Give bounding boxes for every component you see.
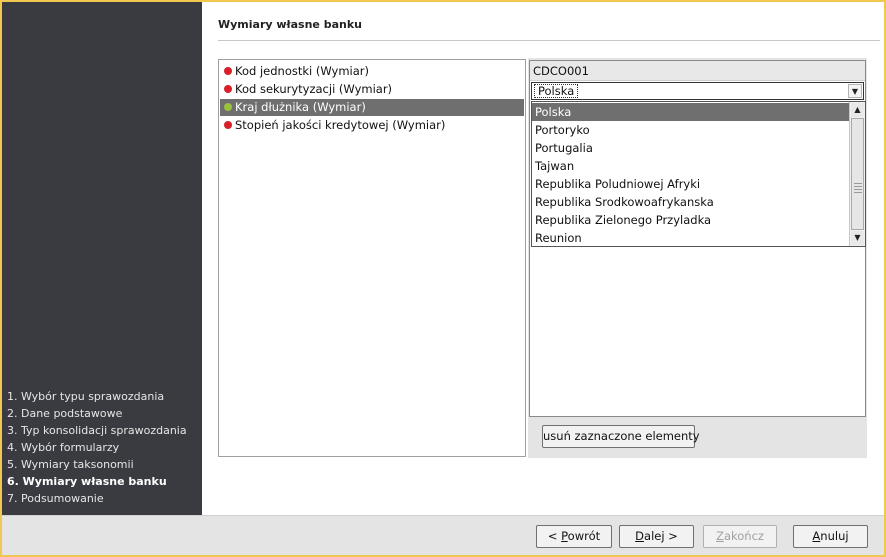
finish-mnemonic: Z bbox=[716, 529, 724, 543]
dropdown-option[interactable]: Republika Srodkowoafrykanska bbox=[532, 193, 850, 211]
dropdown-option[interactable]: Portoryko bbox=[532, 121, 850, 139]
dimension-label: Kod sekurytyzacji (Wymiar) bbox=[235, 82, 393, 96]
remove-selected-button[interactable]: usuń zaznaczone elementy bbox=[542, 425, 700, 448]
scroll-up-icon[interactable]: ▲ bbox=[851, 103, 864, 117]
step-item: 6. Wymiary własne banku bbox=[7, 475, 167, 488]
wizard-window: 1. Wybór typu sprawozdania 2. Dane podsta… bbox=[2, 2, 884, 555]
member-panel: CDCO001 Polska ▼ Reunion Republika Zielon… bbox=[528, 58, 867, 458]
steps-sidebar: 1. Wybór typu sprawozdania 2. Dane podsta… bbox=[2, 2, 202, 515]
step-item: 3. Typ konsolidacji sprawozdania bbox=[7, 424, 187, 437]
back-label: owrót bbox=[567, 529, 601, 543]
scroll-down-icon[interactable]: ▼ bbox=[851, 231, 864, 245]
back-prefix: < bbox=[547, 529, 562, 543]
step-item: 4. Wybór formularzy bbox=[7, 441, 120, 454]
dimension-item[interactable]: Kraj dłużnika (Wymiar) bbox=[220, 99, 524, 116]
status-dot-icon bbox=[224, 67, 232, 75]
step-item: 5. Wymiary taksonomii bbox=[7, 458, 134, 471]
page-title: Wymiary własne banku bbox=[218, 18, 362, 31]
step-item: 1. Wybór typu sprawozdania bbox=[7, 390, 165, 403]
dropdown-option[interactable]: Portugalia bbox=[532, 139, 850, 157]
grip-icon bbox=[854, 183, 862, 193]
cancel-button[interactable]: Anuluj bbox=[793, 525, 868, 548]
dimension-label: Kraj dłużnika (Wymiar) bbox=[235, 100, 366, 114]
back-button[interactable]: < Powrót bbox=[536, 525, 612, 548]
dropdown-option[interactable]: Reunion bbox=[532, 229, 850, 246]
dimension-item[interactable]: Kod jednostki (Wymiar) bbox=[220, 63, 524, 80]
cancel-label: nuluj bbox=[820, 529, 849, 543]
finish-label: akończ bbox=[723, 529, 764, 543]
dimension-item[interactable]: Kod sekurytyzacji (Wymiar) bbox=[220, 81, 524, 98]
next-mnemonic: D bbox=[635, 529, 645, 543]
steps-list: 1. Wybór typu sprawozdania 2. Dane podsta… bbox=[7, 388, 187, 507]
wizard-footer: < Powrót Dalej > Zakończ Anuluj bbox=[2, 515, 884, 555]
dropdown-option[interactable]: Republika Zielonego Przyladka bbox=[532, 211, 850, 229]
finish-button[interactable]: Zakończ bbox=[703, 525, 777, 548]
dropdown-option[interactable]: Tajwan bbox=[532, 157, 850, 175]
chevron-down-icon[interactable]: ▼ bbox=[848, 84, 862, 98]
step-item: 7. Podsumowanie bbox=[7, 492, 104, 505]
status-dot-icon bbox=[224, 121, 232, 129]
status-dot-icon bbox=[224, 103, 232, 111]
dimension-list[interactable]: Kod jednostki (Wymiar) Kod sekurytyzacji … bbox=[218, 59, 526, 457]
status-dot-icon bbox=[224, 85, 232, 93]
title-divider bbox=[218, 40, 880, 41]
dimension-label: Stopień jakości kredytowej (Wymiar) bbox=[235, 118, 446, 132]
country-combobox[interactable]: Polska ▼ bbox=[531, 82, 864, 100]
scrollbar-thumb[interactable] bbox=[851, 118, 864, 230]
member-column-header: CDCO001 bbox=[530, 61, 865, 81]
dropdown-option[interactable]: Republika Poludniowej Afryki bbox=[532, 175, 850, 193]
combo-selected-value: Polska bbox=[534, 84, 579, 98]
dropdown-option[interactable]: Polska bbox=[532, 103, 850, 121]
dimension-label: Kod jednostki (Wymiar) bbox=[235, 64, 369, 78]
dropdown-scrollbar[interactable]: ▲ ▼ bbox=[849, 102, 865, 246]
member-table[interactable]: CDCO001 Polska ▼ Reunion Republika Zielon… bbox=[529, 60, 866, 417]
next-label: alej > bbox=[644, 529, 678, 543]
step-item: 2. Dane podstawowe bbox=[7, 407, 123, 420]
country-dropdown-list[interactable]: Reunion Republika Zielonego Przyladka Repu… bbox=[531, 101, 866, 247]
next-button[interactable]: Dalej > bbox=[619, 525, 694, 548]
dimension-item[interactable]: Stopień jakości kredytowej (Wymiar) bbox=[220, 117, 524, 134]
